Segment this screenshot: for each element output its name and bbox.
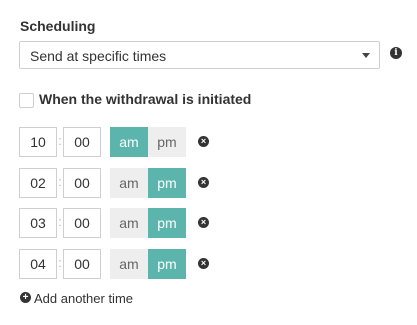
pm-toggle[interactable]: pm [148, 168, 186, 198]
am-toggle[interactable]: am [110, 208, 148, 238]
hour-input[interactable]: 10 [19, 127, 57, 157]
minute-input[interactable]: 00 [63, 208, 101, 238]
select-value: Send at specific times [30, 48, 167, 64]
am-toggle[interactable]: am [110, 168, 148, 198]
minute-input[interactable]: 00 [63, 249, 101, 279]
withdrawal-checkbox[interactable] [19, 93, 34, 108]
section-title: Scheduling [20, 18, 96, 34]
remove-time-icon[interactable]: × [198, 258, 209, 269]
time-row: 03 : 00 am pm × [19, 208, 219, 238]
pm-toggle[interactable]: pm [148, 249, 186, 279]
withdrawal-checkbox-label[interactable]: When the withdrawal is initiated [39, 91, 251, 107]
pm-toggle[interactable]: pm [148, 208, 186, 238]
hour-input[interactable]: 04 [19, 249, 57, 279]
remove-time-icon[interactable]: × [198, 217, 209, 228]
pm-toggle[interactable]: pm [148, 127, 186, 157]
minute-input[interactable]: 00 [63, 127, 101, 157]
remove-time-icon[interactable]: × [198, 136, 209, 147]
add-another-time-label: Add another time [34, 291, 134, 306]
hour-input[interactable]: 03 [19, 208, 57, 238]
scheduling-select[interactable]: Send at specific times [19, 41, 380, 69]
minute-input[interactable]: 00 [63, 168, 101, 198]
hour-input[interactable]: 02 [19, 168, 57, 198]
am-toggle[interactable]: am [110, 249, 148, 279]
time-row: 10 : 00 am pm × [19, 127, 219, 157]
caret-down-icon [362, 53, 370, 58]
remove-time-icon[interactable]: × [198, 177, 209, 188]
time-row: 04 : 00 am pm × [19, 249, 219, 279]
info-icon[interactable]: i [390, 47, 402, 59]
am-toggle[interactable]: am [110, 127, 148, 157]
time-row: 02 : 00 am pm × [19, 168, 219, 198]
plus-circle-icon: + [20, 292, 31, 303]
